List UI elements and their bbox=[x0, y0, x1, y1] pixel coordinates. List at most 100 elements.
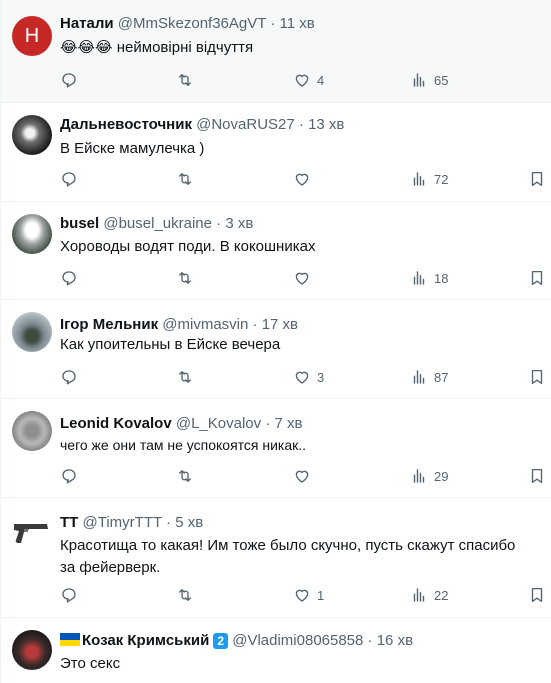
tweet-time[interactable]: 16 хв bbox=[377, 632, 413, 649]
reply-icon bbox=[62, 271, 76, 286]
emoji-text: 😂😂😂 bbox=[60, 39, 113, 56]
tweet-actions: 4 65 bbox=[60, 71, 540, 91]
tweet-text: Это секс bbox=[60, 655, 121, 672]
separator-dot: · bbox=[270, 15, 276, 32]
bookmark-icon bbox=[531, 171, 543, 187]
retweet-button[interactable] bbox=[176, 170, 194, 188]
tweet-time[interactable]: 5 хв bbox=[175, 514, 203, 531]
views-chart-icon bbox=[413, 73, 425, 87]
tweet-header: Leonid Kovalov @L_Kovalov · 7 хв bbox=[60, 414, 302, 434]
tweet-item[interactable]: Ігор Мельник @mivmasvin · 17 хв Как упои… bbox=[1, 300, 551, 399]
tweet-time[interactable]: 3 хв bbox=[225, 215, 253, 232]
tweet-item[interactable]: H Натали @MmSkezonf36AgVT · 11 хв 😂😂😂 не… bbox=[1, 0, 551, 103]
tweet-header: Дальневосточник @NovaRUS27 · 13 хв bbox=[60, 115, 344, 135]
avatar[interactable] bbox=[12, 630, 52, 670]
reply-button[interactable] bbox=[60, 368, 78, 386]
avatar[interactable] bbox=[12, 115, 52, 155]
tweet-text: Хороводы водят поди. В кокошниках bbox=[60, 238, 316, 255]
author-handle[interactable]: @Vladimi08065858 bbox=[232, 632, 363, 649]
tweet-text: 😂😂😂 неймовірні відчуття bbox=[60, 38, 538, 58]
heart-icon bbox=[295, 74, 309, 87]
author-name[interactable]: Leonid Kovalov bbox=[60, 415, 172, 432]
author-handle[interactable]: @MmSkezonf36AgVT bbox=[118, 15, 266, 32]
avatar[interactable] bbox=[12, 510, 52, 550]
like-button[interactable] bbox=[293, 467, 311, 485]
like-button[interactable]: 3 bbox=[293, 368, 324, 386]
views-button[interactable]: 87 bbox=[410, 368, 448, 386]
reply-button[interactable] bbox=[60, 467, 78, 485]
reply-button[interactable] bbox=[60, 586, 78, 604]
author-handle[interactable]: @busel_ukraine bbox=[103, 215, 212, 232]
author-name[interactable]: TT bbox=[60, 514, 78, 531]
views-count: 22 bbox=[434, 587, 449, 603]
views-button[interactable]: 65 bbox=[410, 71, 448, 89]
separator-dot: · bbox=[166, 514, 172, 531]
retweet-icon bbox=[179, 74, 191, 86]
heart-icon bbox=[295, 589, 309, 602]
retweet-button[interactable] bbox=[176, 269, 194, 287]
tweet-item[interactable]: Leonid Kovalov @L_Kovalov · 7 хв чего же… bbox=[1, 399, 551, 498]
author-handle[interactable]: @TimyrTTT bbox=[83, 514, 162, 531]
bookmark-button[interactable] bbox=[528, 170, 546, 188]
heart-icon bbox=[295, 272, 309, 285]
like-button[interactable]: 4 bbox=[293, 71, 324, 89]
author-name[interactable]: Козак Кримський bbox=[82, 632, 209, 649]
tweet-time[interactable]: 13 хв bbox=[308, 116, 344, 133]
bookmark-icon bbox=[531, 468, 543, 484]
tweet-actions: 18 bbox=[60, 269, 543, 289]
replies-feed: H Натали @MmSkezonf36AgVT · 11 хв 😂😂😂 не… bbox=[0, 0, 551, 683]
views-button[interactable]: 18 bbox=[410, 269, 448, 287]
reply-button[interactable] bbox=[60, 269, 78, 287]
tweet-time[interactable]: 11 хв bbox=[280, 15, 315, 32]
reply-icon bbox=[62, 370, 76, 385]
bookmark-icon bbox=[531, 587, 543, 603]
author-name[interactable]: Дальневосточник bbox=[60, 116, 192, 133]
separator-dot: · bbox=[298, 116, 304, 133]
separator-dot: · bbox=[216, 215, 222, 232]
tweet-item[interactable]: busel @busel_ukraine · 3 хв Хороводы вод… bbox=[1, 202, 551, 300]
author-name[interactable]: busel bbox=[60, 215, 99, 232]
retweet-button[interactable] bbox=[176, 368, 194, 386]
author-handle[interactable]: @L_Kovalov bbox=[176, 415, 261, 432]
separator-dot: · bbox=[252, 316, 258, 333]
tweet-actions: 72 bbox=[60, 170, 543, 190]
views-button[interactable]: 22 bbox=[410, 586, 448, 604]
avatar[interactable]: H bbox=[12, 16, 52, 56]
avatar[interactable] bbox=[12, 411, 52, 451]
bookmark-button[interactable] bbox=[528, 269, 546, 287]
views-button[interactable]: 72 bbox=[410, 170, 448, 188]
bookmark-button[interactable] bbox=[528, 586, 546, 604]
like-button[interactable]: 1 bbox=[293, 586, 324, 604]
retweet-button[interactable] bbox=[176, 71, 194, 89]
reply-button[interactable] bbox=[60, 170, 78, 188]
views-chart-icon bbox=[413, 271, 425, 285]
tweet-time[interactable]: 7 хв bbox=[274, 415, 302, 432]
avatar[interactable] bbox=[12, 214, 52, 254]
like-count: 3 bbox=[317, 369, 325, 385]
tweet-time[interactable]: 17 хв bbox=[262, 316, 298, 333]
author-handle[interactable]: @NovaRUS27 bbox=[196, 116, 295, 133]
retweet-button[interactable] bbox=[176, 586, 194, 604]
like-button[interactable] bbox=[293, 170, 311, 188]
tweet-item[interactable]: Козак Кримський 2 @Vladimi08065858 · 16 х… bbox=[1, 618, 551, 683]
tweet-text: В Ейске мамулечка ) bbox=[60, 140, 205, 157]
views-count: 18 bbox=[434, 270, 449, 286]
bookmark-button[interactable] bbox=[528, 467, 546, 485]
bookmark-button[interactable] bbox=[528, 368, 546, 386]
like-count: 1 bbox=[317, 587, 325, 603]
bookmark-icon bbox=[531, 369, 543, 385]
tweet-text: чего же они там не успокоятся никак.. bbox=[60, 437, 307, 453]
like-button[interactable] bbox=[293, 269, 311, 287]
reply-button[interactable] bbox=[60, 71, 78, 89]
author-handle[interactable]: @mivmasvin bbox=[162, 316, 248, 333]
avatar[interactable] bbox=[12, 312, 52, 352]
retweet-button[interactable] bbox=[176, 467, 194, 485]
author-name[interactable]: Натали bbox=[60, 15, 114, 32]
retweet-icon bbox=[179, 470, 191, 482]
views-button[interactable]: 29 bbox=[410, 467, 448, 485]
tweet-item[interactable]: TT @TimyrTTT · 5 хв Красотища то какая! … bbox=[1, 498, 551, 618]
tweet-text: Как упоительны в Ейске вечера bbox=[60, 336, 281, 353]
tweet-item[interactable]: Дальневосточник @NovaRUS27 · 13 хв В Ейс… bbox=[1, 103, 551, 202]
author-name[interactable]: Ігор Мельник bbox=[60, 316, 158, 333]
views-chart-icon bbox=[413, 588, 425, 602]
